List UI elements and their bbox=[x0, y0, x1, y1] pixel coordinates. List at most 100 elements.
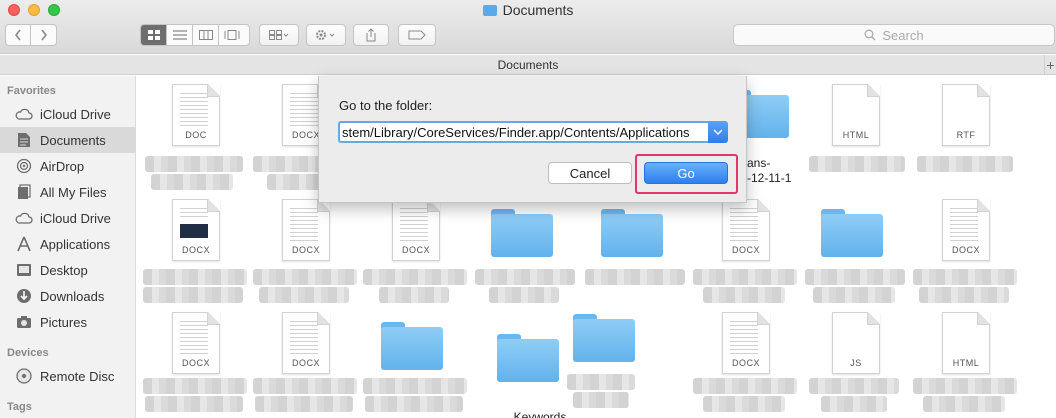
cloud-icon bbox=[14, 209, 34, 227]
file-item[interactable]: DOCX bbox=[249, 191, 359, 303]
sidebar-item-label: Desktop bbox=[40, 262, 88, 278]
view-mode-control bbox=[140, 24, 250, 46]
sidebar-item-applications[interactable]: Applications bbox=[0, 231, 136, 257]
file-item[interactable]: DOCX bbox=[139, 304, 249, 414]
file-item[interactable]: HTML bbox=[799, 76, 909, 186]
columns-icon bbox=[198, 30, 213, 40]
sidebar-item-documents[interactable]: Documents bbox=[0, 127, 136, 153]
file-item[interactable]: DOCX bbox=[909, 191, 1019, 303]
sidebar-item-label: Downloads bbox=[40, 288, 105, 304]
go-button-highlight bbox=[635, 154, 738, 194]
file-item[interactable]: DOCX bbox=[689, 304, 799, 414]
sidebar-item-label: Applications bbox=[40, 236, 111, 252]
folder-path-combobox bbox=[338, 121, 728, 143]
column-view-button[interactable] bbox=[193, 25, 219, 45]
nav-buttons bbox=[5, 24, 57, 46]
folder-path-input[interactable] bbox=[338, 121, 708, 143]
sidebar-item-label: iCloud Drive bbox=[40, 210, 111, 226]
document-icon: DOCX bbox=[172, 199, 220, 261]
toolbar: Documents Search bbox=[0, 0, 1056, 54]
sidebar: Favorites iCloud Drive Documents AirDrop… bbox=[0, 76, 136, 418]
search-icon bbox=[864, 29, 876, 41]
recent-folders-dropdown-button[interactable] bbox=[708, 121, 728, 143]
document-icon: HTML bbox=[832, 84, 880, 146]
tab-bar: Documents + bbox=[0, 55, 1056, 75]
desktop-icon bbox=[14, 261, 34, 279]
new-tab-button[interactable]: + bbox=[1044, 55, 1056, 75]
sidebar-item-airdrop[interactable]: AirDrop bbox=[0, 153, 136, 179]
sidebar-item-label: Documents bbox=[40, 132, 106, 148]
file-item[interactable]: DOCX bbox=[249, 304, 359, 414]
folder-icon bbox=[601, 209, 663, 257]
icon-view-button[interactable] bbox=[141, 25, 167, 45]
cloud-icon bbox=[14, 105, 34, 123]
cancel-button[interactable]: Cancel bbox=[548, 162, 632, 184]
folder-icon bbox=[491, 209, 553, 257]
tab-title[interactable]: Documents bbox=[498, 58, 559, 72]
applications-icon bbox=[14, 235, 34, 253]
back-button[interactable] bbox=[6, 25, 32, 45]
sidebar-item-label: AirDrop bbox=[40, 158, 85, 174]
document-icon: HTML bbox=[942, 312, 990, 374]
document-icon: DOCX bbox=[942, 199, 990, 261]
chevron-right-icon bbox=[40, 29, 47, 41]
disc-icon bbox=[14, 367, 34, 385]
window-title-text: Documents bbox=[502, 2, 574, 18]
tags-button[interactable] bbox=[398, 24, 436, 46]
list-view-button[interactable] bbox=[167, 25, 193, 45]
sidebar-item-all-my-files[interactable]: All My Files bbox=[0, 179, 136, 205]
sidebar-item-label: All My Files bbox=[40, 184, 107, 200]
folder-item[interactable] bbox=[579, 191, 689, 301]
document-icon: DOCX bbox=[282, 199, 330, 261]
tag-icon bbox=[408, 30, 426, 40]
arrange-icon bbox=[269, 30, 289, 40]
chevron-left-icon bbox=[14, 29, 21, 41]
file-item[interactable]: JS bbox=[799, 304, 909, 414]
list-icon bbox=[172, 30, 187, 40]
sidebar-header-favorites: Favorites bbox=[7, 85, 56, 97]
folder-icon bbox=[497, 334, 559, 382]
file-item[interactable]: HTML bbox=[909, 304, 1019, 414]
file-item[interactable]: DOCX bbox=[139, 191, 249, 303]
sidebar-header-devices: Devices bbox=[7, 347, 49, 359]
sidebar-item-downloads[interactable]: Downloads bbox=[0, 283, 136, 309]
gear-icon bbox=[316, 30, 335, 40]
share-button[interactable] bbox=[353, 24, 389, 46]
document-icon: DOCX bbox=[172, 312, 220, 374]
download-icon bbox=[14, 287, 34, 305]
arrange-button[interactable] bbox=[259, 24, 299, 46]
document-icon: DOCX bbox=[722, 199, 770, 261]
sidebar-header-tags: Tags bbox=[7, 401, 32, 413]
sidebar-item-pictures[interactable]: Pictures bbox=[0, 309, 136, 335]
gallery-view-button[interactable] bbox=[219, 25, 245, 45]
action-button[interactable] bbox=[306, 24, 346, 46]
folder-item[interactable] bbox=[469, 191, 579, 303]
document-icon: RTF bbox=[942, 84, 990, 146]
document-icon: DOCX bbox=[392, 199, 440, 261]
grid-icon bbox=[147, 30, 160, 40]
folder-item[interactable] bbox=[567, 304, 679, 414]
share-icon bbox=[366, 28, 376, 42]
folder-item[interactable] bbox=[359, 304, 469, 414]
sidebar-item-icloud-drive-2[interactable]: iCloud Drive bbox=[0, 205, 136, 231]
dialog-prompt: Go to the folder: bbox=[339, 98, 433, 113]
sidebar-item-label: Remote Disc bbox=[40, 368, 115, 384]
files-icon bbox=[14, 183, 34, 201]
folder-icon bbox=[821, 209, 883, 257]
file-item[interactable]: DOCX bbox=[689, 191, 799, 303]
sidebar-item-remote-disc[interactable]: Remote Disc bbox=[0, 363, 136, 389]
folder-item[interactable]: Keywords bbox=[469, 304, 579, 418]
chevron-down-icon bbox=[713, 129, 723, 136]
folder-item[interactable] bbox=[799, 191, 909, 303]
document-icon: DOCX bbox=[282, 312, 330, 374]
file-item[interactable]: DOCX bbox=[359, 191, 469, 303]
sidebar-item-icloud-drive[interactable]: iCloud Drive bbox=[0, 101, 136, 127]
airdrop-icon bbox=[14, 157, 34, 175]
sidebar-item-label: Pictures bbox=[40, 314, 87, 330]
sidebar-item-desktop[interactable]: Desktop bbox=[0, 257, 136, 283]
file-item[interactable]: DOC bbox=[139, 76, 249, 190]
forward-button[interactable] bbox=[31, 25, 56, 45]
file-item[interactable]: RTF bbox=[909, 76, 1019, 186]
search-field[interactable]: Search bbox=[733, 24, 1055, 46]
document-icon: JS bbox=[832, 312, 880, 374]
